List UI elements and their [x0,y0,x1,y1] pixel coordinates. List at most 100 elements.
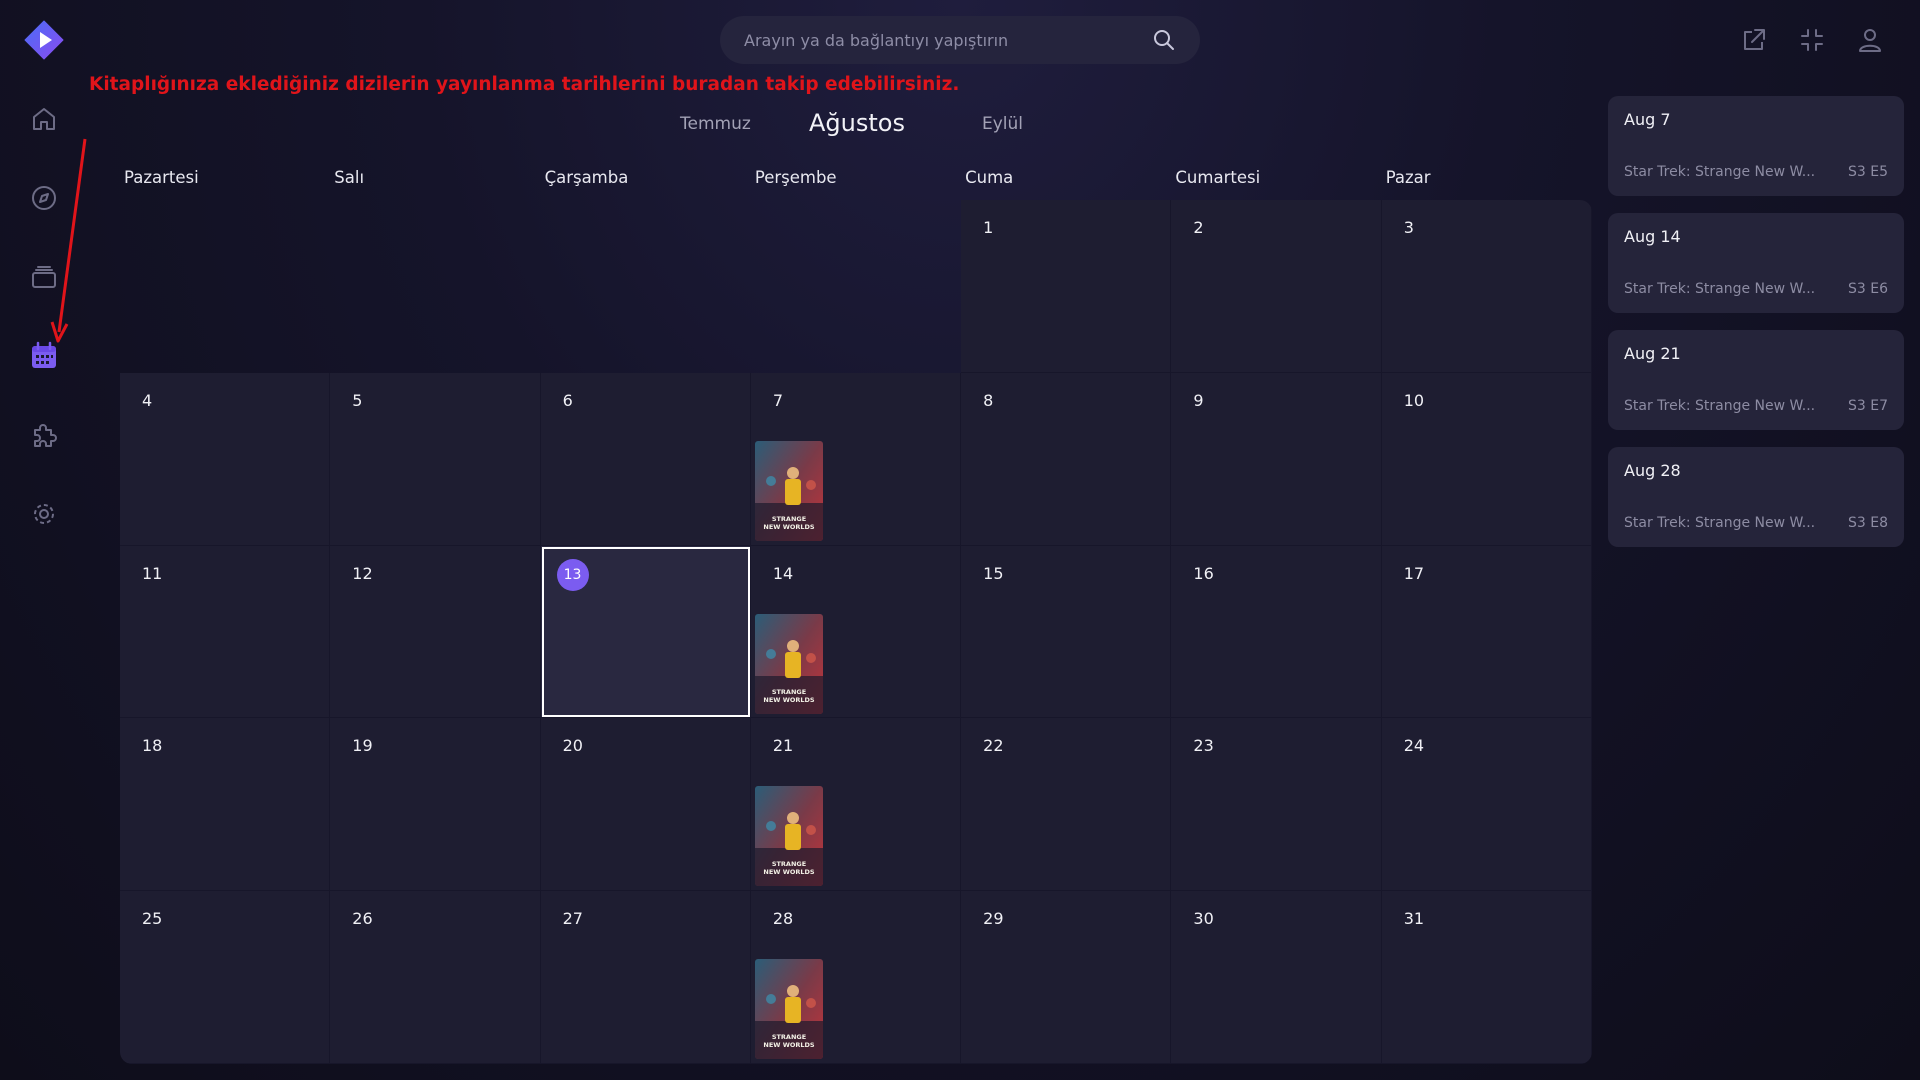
calendar-day[interactable]: 28 STRANGE NEW WORLDS [750,891,962,1064]
annotation-arrow-icon [50,138,87,343]
svg-text:STRANGE: STRANGE [772,688,806,696]
calendar-grid: 1 2 3 4 5 6 7 STRANGE NEW WORLDS 8 9 10 11 12 13 14 STRA… [120,200,1592,1064]
calendar-day[interactable]: 2 [1171,200,1382,373]
calendar-day[interactable]: 14 STRANGE NEW WORLDS [750,545,962,719]
sidebar-item-addons[interactable] [20,411,68,459]
episode-date: Aug 28 [1624,461,1681,480]
prev-month-button[interactable]: Temmuz [680,114,751,134]
weekday-label: Cuma [965,168,1014,187]
svg-text:NEW WORLDS: NEW WORLDS [763,1041,815,1049]
current-month-title: Ağustos [809,109,905,137]
app-logo[interactable] [24,20,64,60]
day-number: 21 [772,736,794,756]
episode-poster[interactable]: STRANGE NEW WORLDS [754,613,823,714]
calendar-day[interactable]: 8 [961,372,1172,546]
svg-text:STRANGE: STRANGE [772,515,806,523]
calendar-day[interactable]: 22 [961,718,1172,892]
calendar-day[interactable]: 12 [330,545,541,719]
puzzle-icon [34,424,57,447]
day-number: 14 [772,563,794,583]
episode-card[interactable]: Aug 21 Star Trek: Strange New W... S3 E7 [1608,330,1904,430]
day-number: 8 [983,390,994,410]
profile-button[interactable] [1854,24,1886,56]
calendar-day[interactable]: 15 [961,545,1172,719]
episode-poster[interactable]: STRANGE NEW WORLDS [754,440,823,541]
day-number: 18 [142,736,163,756]
day-number: 6 [562,390,573,410]
day-number: 7 [772,390,784,410]
episode-number: S3 E8 [1848,515,1888,531]
user-icon [1859,29,1881,52]
episode-card[interactable]: Aug 14 Star Trek: Strange New W... S3 E6 [1608,213,1904,313]
logo-icon [24,20,64,60]
svg-text:STRANGE: STRANGE [772,860,806,868]
day-number: 29 [983,909,1004,929]
weekday-label: Perşembe [754,168,837,187]
sidebar-item-settings[interactable] [20,490,68,538]
calendar-day[interactable]: 1 [961,200,1172,373]
calendar-day-today[interactable]: 13 [540,545,751,719]
calendar-empty-cell [330,200,540,373]
open-external-button[interactable] [1738,24,1770,56]
day-number: 26 [352,909,373,929]
episode-title: Star Trek: Strange New W... [1624,515,1816,531]
weekday-label: Cumartesi [1175,168,1261,187]
day-number: 22 [983,736,1004,756]
calendar-day[interactable]: 6 [540,372,751,546]
exit-fullscreen-button[interactable] [1796,24,1828,56]
gear-icon [34,504,54,524]
episode-poster[interactable]: STRANGE NEW WORLDS [754,786,823,887]
calendar-empty-cell [541,200,751,373]
calendar-day[interactable]: 4 [120,372,331,546]
calendar-day[interactable]: 9 [1171,372,1382,546]
weekday-label: Pazar [1385,168,1431,187]
calendar-day[interactable]: 10 [1381,372,1592,546]
calendar-day[interactable]: 21 STRANGE NEW WORLDS [750,718,962,892]
calendar-day[interactable]: 3 [1381,200,1592,373]
episode-date: Aug 7 [1624,110,1671,129]
calendar-day[interactable]: 26 [330,891,541,1064]
day-number: 5 [352,390,363,410]
day-number: 28 [772,909,794,929]
calendar-day[interactable]: 16 [1171,545,1382,719]
search-input[interactable]: Arayın ya da bağlantıyı yapıştırın [744,31,1152,50]
svg-text:NEW WORLDS: NEW WORLDS [763,868,815,876]
calendar-day[interactable]: 27 [540,891,751,1064]
calendar-day[interactable]: 29 [961,891,1172,1064]
episode-date: Aug 14 [1624,227,1681,246]
svg-text:NEW WORLDS: NEW WORLDS [763,696,815,704]
calendar-day[interactable]: 11 [120,545,331,719]
next-month-button[interactable]: Eylül [982,114,1023,134]
calendar-day[interactable]: 31 [1381,891,1592,1064]
day-number: 3 [1403,218,1414,237]
day-number: 23 [1193,736,1214,756]
episode-card[interactable]: Aug 28 Star Trek: Strange New W... S3 E8 [1608,447,1904,547]
external-link-icon [1744,29,1765,50]
search-bar[interactable]: Arayın ya da bağlantıyı yapıştırın [720,16,1200,64]
episode-card[interactable]: Aug 7 Star Trek: Strange New W... S3 E5 [1608,96,1904,196]
day-number: 12 [352,563,373,583]
calendar-day[interactable]: 20 [540,718,751,892]
weekday-label: Salı [334,168,365,187]
day-number: 25 [142,909,163,929]
day-number: 19 [352,736,373,756]
calendar-day[interactable]: 5 [330,372,541,546]
calendar-empty-cell [751,200,961,373]
annotation-text: Kitaplığınıza eklediğiniz dizilerin yayı… [89,74,960,95]
calendar-day[interactable]: 17 [1381,545,1592,719]
calendar-day[interactable]: 30 [1171,891,1382,1064]
calendar-day[interactable]: 7 STRANGE NEW WORLDS [750,372,962,546]
episode-number: S3 E5 [1848,164,1888,180]
calendar-day[interactable]: 18 [120,718,331,892]
calendar-day[interactable]: 19 [330,718,541,892]
day-number: 27 [562,909,583,929]
calendar-day[interactable]: 23 [1171,718,1382,892]
day-number: 2 [1193,218,1204,237]
episode-poster[interactable]: STRANGE NEW WORLDS [754,959,823,1060]
calendar-day[interactable]: 25 [120,891,331,1064]
calendar-day[interactable]: 24 [1381,718,1592,892]
weekday-label: Pazartesi [124,168,199,187]
day-number: 30 [1193,909,1214,929]
search-icon[interactable] [1152,28,1176,52]
episode-title: Star Trek: Strange New W... [1624,398,1816,414]
